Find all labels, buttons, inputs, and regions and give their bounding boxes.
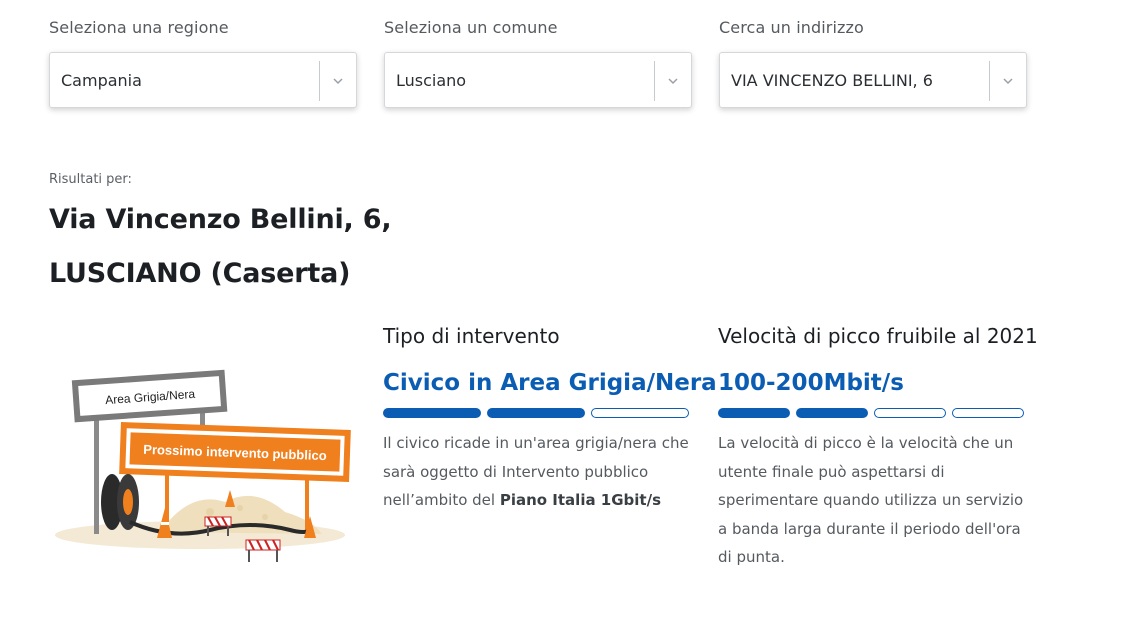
comune-label: Seleziona un comune — [384, 18, 558, 37]
chevron-down-icon[interactable] — [667, 75, 679, 87]
intervention-level-bar — [383, 408, 689, 418]
speed-section: Velocità di picco fruibile al 2021 100-2… — [718, 324, 1038, 566]
comune-value: Lusciano — [396, 71, 467, 90]
region-field: Seleziona una regione Campania — [49, 18, 359, 108]
level-segment-filled — [718, 408, 790, 418]
speed-value: 100-200Mbit/s — [718, 370, 904, 396]
result-address: Via Vincenzo Bellini, 6, LUSCIANO (Caser… — [49, 193, 392, 301]
address-select[interactable]: VIA VINCENZO BELLINI, 6 — [719, 52, 1027, 108]
chevron-down-icon[interactable] — [332, 75, 344, 87]
level-segment-filled — [796, 408, 868, 418]
address-value: VIA VINCENZO BELLINI, 6 — [731, 71, 933, 90]
divider — [319, 61, 320, 101]
region-value: Campania — [61, 71, 142, 90]
divider — [654, 61, 655, 101]
level-segment-empty — [874, 408, 946, 418]
results-label: Risultati per: — [49, 172, 132, 187]
comune-select[interactable]: Lusciano — [384, 52, 692, 108]
plan-name: Piano Italia 1Gbit/s — [499, 491, 662, 509]
result-address-line1: Via Vincenzo Bellini, 6, — [49, 204, 392, 235]
speed-title: Velocità di picco fruibile al 2021 — [718, 324, 1038, 348]
level-segment-empty — [591, 408, 689, 418]
address-field: Cerca un indirizzo VIA VINCENZO BELLINI,… — [719, 18, 1029, 108]
orange-sign: Prossimo intervento pubblico — [119, 422, 351, 482]
intervention-description: Il civico ricade in un'area grigia/nera … — [383, 429, 703, 515]
intervention-section: Tipo di intervento Civico in Area Grigia… — [383, 324, 717, 509]
level-segment-filled — [487, 408, 585, 418]
region-select[interactable]: Campania — [49, 52, 357, 108]
result-address-line2: LUSCIANO (Caserta) — [49, 258, 351, 289]
level-segment-filled — [383, 408, 481, 418]
sand-pile — [160, 495, 322, 534]
address-label: Cerca un indirizzo — [719, 18, 864, 37]
chevron-down-icon[interactable] — [1002, 75, 1014, 87]
speed-level-bar — [718, 408, 1024, 418]
level-segment-empty — [952, 408, 1024, 418]
region-label: Seleziona una regione — [49, 18, 229, 37]
speed-description: La velocità di picco è la velocità che u… — [718, 434, 1024, 566]
intervention-value: Civico in Area Grigia/Nera — [383, 370, 717, 396]
intervention-title: Tipo di intervento — [383, 324, 560, 348]
divider — [989, 61, 990, 101]
comune-field: Seleziona un comune Lusciano — [384, 18, 694, 108]
construction-illustration: Area Grigia/Nera Prossimo intervento pub… — [55, 369, 351, 562]
barrier — [245, 539, 281, 562]
